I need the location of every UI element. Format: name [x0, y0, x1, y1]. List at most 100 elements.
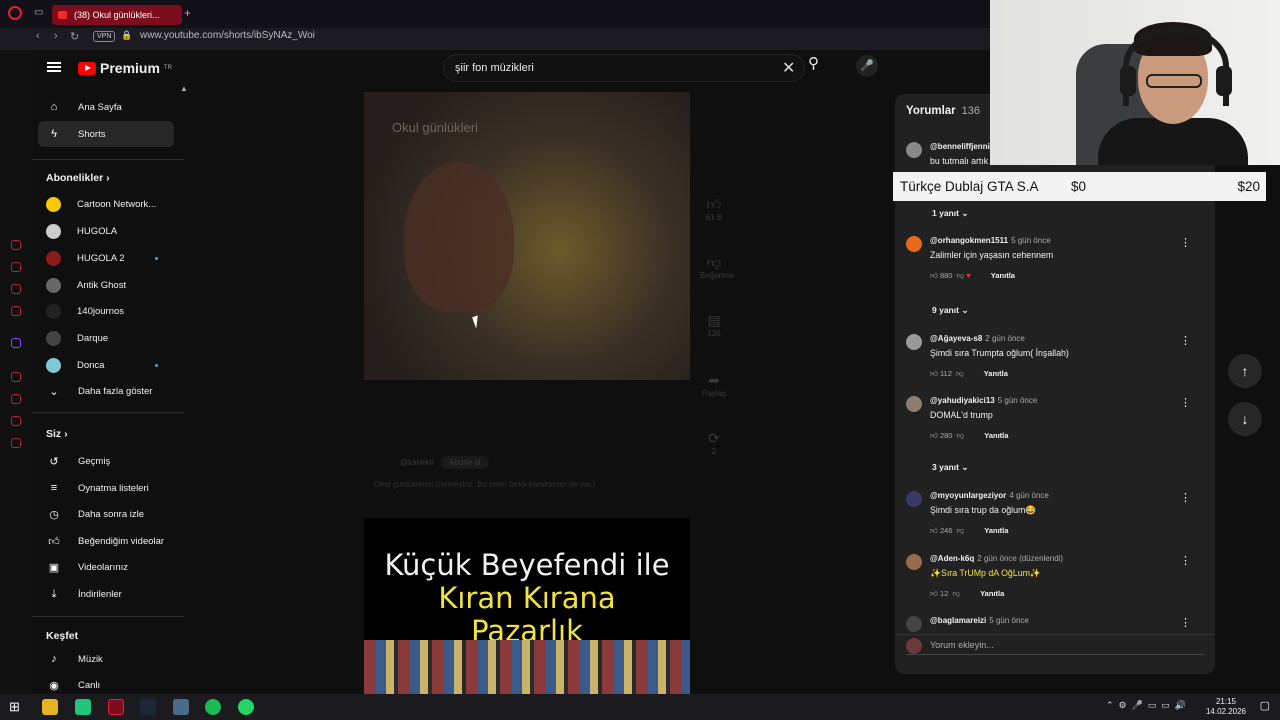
replies-toggle[interactable]: 9 yanıt ⌄: [932, 305, 968, 316]
reply-button[interactable]: Yanıtla: [980, 589, 1004, 598]
reply-button[interactable]: Yanıtla: [984, 369, 1008, 378]
sidebar-scroll-up-icon[interactable]: ▲: [180, 84, 188, 93]
opera-aria-icon[interactable]: [11, 240, 21, 250]
tab-youtube[interactable]: (38) Okul günlükleri...: [52, 5, 182, 25]
taskbar-clock[interactable]: 21:15 14.02.2026: [1206, 697, 1246, 717]
sidebar-item-your-videos[interactable]: ▣ Videolarınız: [38, 554, 174, 580]
reply-button[interactable]: Yanıtla: [991, 271, 1015, 280]
more-options-icon[interactable]: ⋮: [1180, 236, 1191, 249]
comment-author[interactable]: @yahudiyakici13 5 gün önce: [930, 396, 1037, 405]
hamburger-menu-icon[interactable]: [47, 62, 61, 72]
dislike-button[interactable]: 👎︎ Beğenme: [700, 254, 734, 280]
sidebar-sub-cartoon-network[interactable]: Cartoon Network...: [38, 191, 174, 217]
more-options-icon[interactable]: ⋮: [1180, 616, 1191, 629]
youtube-premium-logo[interactable]: Premium TR: [78, 60, 172, 76]
sidebar-sub-hugola[interactable]: HUGOLA: [38, 218, 174, 244]
like-button[interactable]: 👍︎ 61 B: [700, 196, 728, 222]
comment-author[interactable]: @myoyunlargeziyor 4 gün önce: [930, 491, 1049, 500]
opera-player-icon[interactable]: [11, 372, 21, 382]
back-icon[interactable]: ‹: [36, 30, 40, 42]
app-icon[interactable]: [173, 699, 189, 715]
opera-browser-icon[interactable]: [108, 699, 124, 715]
avatar[interactable]: [906, 491, 922, 507]
comment-author[interactable]: @baglamareizi 5 gün önce: [930, 616, 1029, 625]
next-short-button[interactable]: ↓: [1228, 402, 1262, 436]
thumbs-down-icon[interactable]: 👎︎: [952, 589, 960, 598]
opera-instagram-icon[interactable]: [11, 284, 21, 294]
replies-toggle[interactable]: 3 yanıt ⌄: [932, 462, 968, 473]
system-tray[interactable]: ⌃⚙🎤▭▭🔊: [1106, 700, 1191, 711]
opera-logo-icon[interactable]: [8, 6, 22, 20]
sidebar-sub-antik-ghost[interactable]: Antik Ghost: [38, 272, 174, 298]
comment-author[interactable]: @Ağayeva-s8 2 gün önce: [930, 334, 1025, 343]
thumbs-down-icon[interactable]: 👎︎: [956, 369, 964, 378]
comment-author[interactable]: @orhangokmen1511 5 gün önce: [930, 236, 1051, 245]
search-icon[interactable]: ⚲: [808, 54, 819, 72]
channel-name[interactable]: @kanekil: [400, 458, 433, 467]
forward-icon[interactable]: ›: [54, 30, 58, 42]
avatar[interactable]: [906, 616, 922, 632]
opera-history-icon[interactable]: [11, 394, 21, 404]
reply-button[interactable]: Yanıtla: [984, 526, 1008, 535]
show-more-button[interactable]: ⌄ Daha fazla göster: [38, 378, 174, 404]
new-tab-icon[interactable]: +: [184, 6, 191, 20]
thumbs-up-icon[interactable]: 👍︎: [930, 589, 938, 598]
more-options-icon[interactable]: ⋮: [1180, 554, 1191, 567]
opera-bookmarks-icon[interactable]: [11, 416, 21, 426]
spotify-icon[interactable]: [205, 699, 221, 715]
whatsapp-icon[interactable]: [238, 699, 254, 715]
share-button[interactable]: ➦ Paylaş: [700, 372, 728, 398]
remix-button[interactable]: ⟳ 2: [700, 430, 728, 456]
replies-toggle[interactable]: 1 yanıt ⌄: [932, 208, 968, 219]
avatar[interactable]: [906, 554, 922, 570]
add-comment-input[interactable]: Yorum ekleyin...: [906, 638, 1204, 655]
voice-search-icon[interactable]: 🎤: [856, 55, 878, 77]
tab-menu-icon[interactable]: ▭: [34, 7, 43, 18]
thumbs-up-icon[interactable]: 👍︎: [930, 526, 938, 535]
sidebar-sub-donca[interactable]: Donca: [38, 352, 174, 378]
more-options-icon[interactable]: ⋮: [1180, 491, 1191, 504]
twitch-icon[interactable]: [11, 338, 21, 348]
thumbs-down-icon[interactable]: 👎︎: [957, 271, 965, 280]
sidebar-item-watch-later[interactable]: ◷ Daha sonra izle: [38, 501, 174, 527]
thumbs-down-icon[interactable]: 👎︎: [957, 431, 965, 440]
more-options-icon[interactable]: ⋮: [1180, 396, 1191, 409]
thumbs-up-icon[interactable]: 👍︎: [930, 271, 938, 280]
vpn-badge[interactable]: VPN: [93, 31, 116, 42]
sidebar-item-shorts[interactable]: ϟ Shorts: [38, 121, 174, 147]
comments-button[interactable]: ▤ 136: [700, 312, 728, 338]
thumbs-up-icon[interactable]: 👍︎: [930, 431, 938, 440]
sidebar-item-liked-videos[interactable]: 👍︎ Beğendiğim videolar: [38, 528, 174, 554]
sidebar-item-playlists[interactable]: ≡ Oynatma listeleri: [38, 475, 174, 501]
thumbs-down-icon[interactable]: 👎︎: [957, 526, 965, 535]
clear-search-icon[interactable]: ✕: [782, 58, 795, 78]
subscriptions-heading[interactable]: Abonelikler ›: [46, 172, 110, 184]
address-bar[interactable]: www.youtube.com/shorts/ibSyNAz_Woi: [140, 30, 315, 41]
sidebar-sub-hugola-2[interactable]: HUGOLA 2: [38, 245, 174, 271]
sidebar-sub-darque[interactable]: Darque: [38, 325, 174, 351]
avatar[interactable]: [906, 236, 922, 252]
more-options-icon[interactable]: ⋮: [1180, 334, 1191, 347]
reply-button[interactable]: Yanıtla: [984, 431, 1008, 440]
sidebar-item-history[interactable]: ↺ Geçmiş: [38, 448, 174, 474]
sidebar-item-home[interactable]: ⌂ Ana Sayfa: [38, 94, 174, 120]
opera-mail-icon[interactable]: [11, 306, 21, 316]
you-heading[interactable]: Siz ›: [46, 428, 68, 440]
steam-icon[interactable]: [140, 699, 156, 715]
thumbs-up-icon[interactable]: 👍︎: [930, 369, 938, 378]
file-explorer-icon[interactable]: [42, 699, 58, 715]
avatar[interactable]: [906, 142, 922, 158]
comment-author[interactable]: @benneliffjenni...: [930, 142, 996, 151]
notifications-icon[interactable]: ▢: [1260, 699, 1270, 712]
avatar[interactable]: [906, 396, 922, 412]
avatar[interactable]: [906, 334, 922, 350]
subscribe-button[interactable]: Abone ol: [441, 456, 489, 469]
previous-short-button[interactable]: ↑: [1228, 354, 1262, 388]
opera-messenger-icon[interactable]: [11, 262, 21, 272]
opera-settings-icon[interactable]: [11, 438, 21, 448]
search-input[interactable]: şiir fon müzikleri: [443, 54, 805, 82]
sidebar-sub-140journos[interactable]: 140journos: [38, 298, 174, 324]
sidebar-item-music[interactable]: ♪ Müzik: [38, 646, 174, 672]
app-icon[interactable]: [75, 699, 91, 715]
channel-row[interactable]: @kanekil Abone ol: [400, 456, 489, 469]
